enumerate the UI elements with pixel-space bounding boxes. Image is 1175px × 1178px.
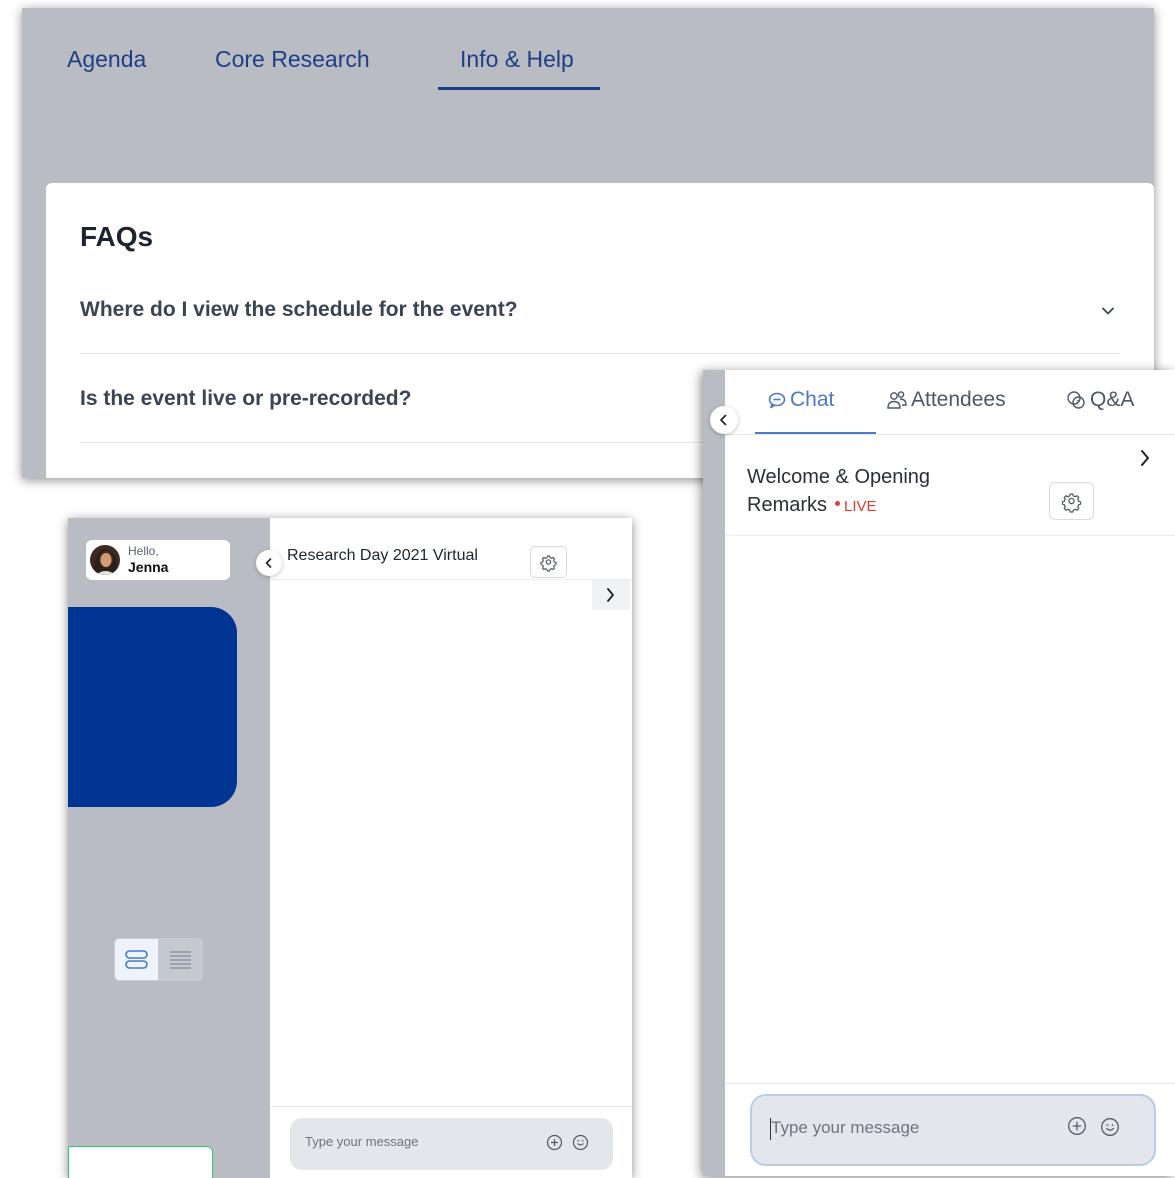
settings-button[interactable] (1049, 482, 1094, 520)
list-view-button[interactable] (159, 939, 202, 980)
tab-qa-label: Q&A (1090, 388, 1135, 411)
tabs-divider (725, 434, 1175, 435)
tab-info-help[interactable]: Info & Help (460, 46, 574, 73)
faq-question-live[interactable]: Is the event live or pre-recorded? (80, 387, 411, 411)
header-divider (270, 579, 632, 580)
event-chat-window: Hello, Jenna Research Day 2021 Virtual T… (68, 518, 632, 1178)
user-name: Jenna (128, 559, 169, 575)
live-badge: LIVE (844, 498, 877, 515)
message-placeholder: Type your message (305, 1134, 419, 1149)
settings-button[interactable] (530, 546, 567, 578)
brand-panel (68, 607, 237, 807)
session-title-text: Remarks (747, 494, 828, 516)
footer-divider (270, 1106, 632, 1107)
chat-panel: Chat Attendees ? Q&A Welcome & Opening R… (725, 370, 1175, 1176)
svg-text:?: ? (1076, 400, 1080, 407)
emoji-icon[interactable] (1100, 1117, 1120, 1137)
faq-divider (80, 353, 1120, 354)
qa-bubbles-icon: ? (1067, 391, 1085, 409)
people-icon (887, 391, 907, 409)
faq-heading: FAQs (80, 221, 154, 252)
message-input[interactable]: Type your message (290, 1118, 613, 1170)
add-attachment-icon[interactable] (546, 1134, 563, 1151)
user-greeting[interactable]: Hello, Jenna (86, 540, 230, 580)
chevron-down-icon[interactable] (1100, 303, 1116, 319)
collapse-sidebar-button[interactable] (256, 550, 282, 576)
tab-qa[interactable]: ? Q&A (1065, 388, 1134, 412)
active-tab-indicator (438, 87, 600, 90)
tab-attendees[interactable]: Attendees (886, 388, 1006, 412)
session-title-line-2: Remarks LIVE (747, 494, 877, 517)
chevron-left-icon (720, 414, 727, 426)
tab-core-research[interactable]: Core Research (215, 46, 370, 73)
view-toggle (114, 938, 203, 981)
message-input[interactable]: Type your message (750, 1094, 1156, 1166)
status-card (68, 1146, 213, 1178)
card-view-button[interactable] (115, 939, 159, 980)
header-divider (725, 535, 1175, 536)
tab-chat-label: Chat (790, 388, 835, 411)
session-title-line-1: Welcome & Opening (747, 466, 931, 488)
avatar (90, 545, 120, 575)
session-title: Research Day 2021 Virtual (287, 547, 478, 564)
chat-sidebar-window: Chat Attendees ? Q&A Welcome & Opening R… (703, 370, 1175, 1176)
emoji-icon[interactable] (572, 1134, 589, 1151)
add-attachment-icon[interactable] (1067, 1116, 1087, 1136)
gear-icon (1061, 493, 1082, 513)
message-placeholder: Type your message (771, 1118, 920, 1137)
chat-panel: Research Day 2021 Virtual Type your mess… (270, 518, 632, 1178)
footer-divider (725, 1083, 1175, 1084)
chevron-right-icon[interactable] (1129, 442, 1161, 474)
tab-agenda[interactable]: Agenda (67, 46, 146, 73)
live-dot (835, 501, 841, 507)
greeting-text: Hello, (128, 544, 159, 558)
chat-bubble-icon (768, 392, 786, 409)
collapse-panel-button[interactable] (710, 406, 738, 434)
tab-chat[interactable]: Chat (767, 388, 834, 412)
card-view-icon (125, 950, 148, 969)
faq-question-schedule[interactable]: Where do I view the schedule for the eve… (80, 298, 518, 322)
chevron-left-icon (265, 558, 272, 568)
list-view-icon (170, 951, 191, 969)
tab-attendees-label: Attendees (911, 388, 1006, 411)
gear-icon (540, 555, 557, 572)
chevron-right-icon[interactable] (592, 580, 630, 610)
